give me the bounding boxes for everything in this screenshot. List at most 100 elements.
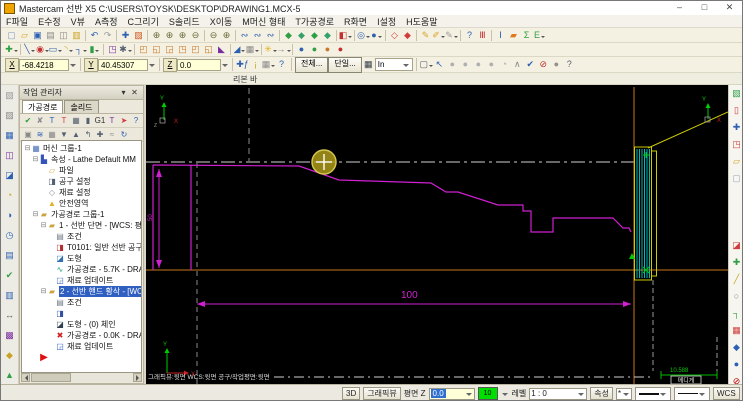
tree-row[interactable]: ◲ 재료 업데이트	[22, 341, 141, 352]
tree-row[interactable]: ◇ 재료 설정	[22, 187, 141, 198]
select-none-icon[interactable]: ✘	[34, 115, 46, 127]
repaint-icon[interactable]: ▨	[132, 29, 145, 41]
mru-machine-icon[interactable]: ▦	[2, 125, 18, 145]
fillet-create-icon[interactable]: ◝	[62, 44, 75, 56]
quickmask-arc-icon[interactable]: ◔	[498, 59, 511, 71]
menu-item[interactable]: V뷰	[66, 15, 90, 28]
rectangle-create-icon[interactable]: ▭	[49, 44, 63, 56]
quickmask-1-icon[interactable]: ●	[472, 59, 485, 71]
autocursor-icon[interactable]: ¡	[249, 59, 262, 71]
grid-snap-icon[interactable]: ▦	[246, 44, 260, 56]
primitives-create-icon[interactable]: ▮	[88, 44, 101, 56]
view-3d-button[interactable]: 3D	[342, 387, 361, 400]
tree-row[interactable]: ⊟ ▰ 가공경로 그룹-1	[22, 209, 141, 220]
pencil-line-icon[interactable]: ╱	[729, 271, 742, 288]
drop-icon[interactable]: ◆	[729, 339, 742, 356]
toolbar-icon[interactable]	[279, 29, 280, 41]
blank-page-icon[interactable]: ▢	[729, 170, 742, 187]
y-coordinate-label[interactable]: Y	[84, 57, 98, 72]
x-coordinate-label[interactable]: X	[5, 57, 19, 72]
tree-expander-icon[interactable]: ⊟	[40, 220, 47, 231]
tree-row[interactable]: ⊟ ▰ 1 - 선반 단면 - [WCS: 평면] - [	[22, 220, 141, 231]
print-icon[interactable]: ▤	[44, 29, 57, 41]
tree-row[interactable]: ✖ 가공경로 - 0.0K - DRAWIN	[22, 330, 141, 341]
analyze-position-icon[interactable]: Ⅲ	[476, 29, 489, 41]
open-export-icon[interactable]: ▱	[729, 153, 742, 170]
z-depth-caret-icon[interactable]	[465, 392, 472, 399]
select-pointer-icon[interactable]: ↖	[433, 59, 446, 71]
x-dropdown-caret-icon[interactable]	[70, 63, 76, 70]
select-method-icon[interactable]: ▢	[420, 59, 434, 71]
menu-item[interactable]: F파일	[1, 15, 33, 28]
attr-brush-icon[interactable]: ✐	[432, 29, 445, 41]
line-style-caret-icon[interactable]	[660, 392, 666, 399]
line-create-icon[interactable]: ╲	[23, 44, 36, 56]
zoom-dynamic-icon[interactable]: ⊕	[220, 29, 233, 41]
zdepth-arrow-icon[interactable]: →	[277, 44, 291, 56]
mru-surface-icon[interactable]: ▧	[2, 85, 18, 105]
globe-icon[interactable]: ●	[729, 356, 742, 373]
menu-item[interactable]: A측정	[90, 15, 123, 28]
mru-tool-icon[interactable]: ◔	[2, 185, 18, 205]
toolbar-icon[interactable]	[416, 29, 417, 41]
dropdown-caret-icon[interactable]	[377, 35, 382, 40]
geometry-only-icon[interactable]: ≈	[106, 129, 118, 141]
toolbar-icon[interactable]	[292, 44, 293, 55]
cursor-position-icon[interactable]: ✚	[119, 29, 132, 41]
ruler-icon[interactable]: ▯	[729, 102, 742, 119]
tree-row[interactable]: ▶	[22, 352, 141, 363]
dropdown-caret-icon[interactable]	[68, 50, 73, 54]
mru-window-icon[interactable]: ◪	[2, 165, 18, 185]
menu-item[interactable]: R화면	[339, 15, 372, 28]
menu-item[interactable]: I설정	[372, 15, 401, 28]
move-down-icon[interactable]: ▼	[58, 129, 70, 141]
backplot-globe-icon[interactable]: ●	[321, 44, 334, 56]
pan-arrows-icon[interactable]: ✚	[729, 119, 742, 136]
tree-horizontal-scrollbar[interactable]	[21, 373, 142, 382]
move-up-icon[interactable]: ▲	[70, 129, 82, 141]
toolbar-icon[interactable]	[230, 44, 231, 55]
right-view-icon[interactable]: ◆	[321, 29, 334, 41]
toolbar-icon[interactable]	[85, 29, 86, 41]
tree-row[interactable]: ⊟ ▰ 2 - 선반 핸드 황삭 - [WCS: 평	[22, 286, 141, 297]
iso-view-icon[interactable]: ◆	[282, 29, 295, 41]
xform-array-icon[interactable]: ◱	[202, 44, 215, 56]
tab-toolpaths[interactable]: 가공경로	[22, 100, 64, 113]
analyze-entity-icon[interactable]: ?	[463, 29, 476, 41]
add-icon[interactable]: ✚	[729, 254, 742, 271]
machine-sim-2-icon[interactable]: ●	[308, 44, 321, 56]
scrollbar-thumb[interactable]	[31, 373, 71, 382]
toolbar-icon[interactable]	[354, 29, 355, 41]
mru-grid-icon[interactable]: ▩	[2, 325, 18, 345]
backplot-icon[interactable]: ▦	[70, 115, 82, 127]
record-icon[interactable]: ◳	[729, 136, 742, 153]
tree-row[interactable]: ◪ 도형	[22, 253, 141, 264]
refresh-icon[interactable]: ↻	[118, 129, 130, 141]
general-selection-single-button[interactable]: 단일...	[328, 56, 362, 73]
analyze-distance-icon[interactable]: Ⅰ	[494, 29, 507, 41]
graphics-area[interactable]: 50 100 10.588 메디게 Y X Z Y X Y X 그래픽뷰:윗면 …	[146, 85, 729, 385]
tab-solids[interactable]: 솔리드	[64, 100, 99, 113]
xform-scale-icon[interactable]: ◰	[189, 44, 202, 56]
analyze-area-icon[interactable]: ▰	[507, 29, 520, 41]
menu-item[interactable]: M머신 형태	[237, 15, 290, 28]
dropdown-caret-icon[interactable]	[95, 50, 100, 54]
color-swatch[interactable]: 10	[477, 387, 498, 400]
verify-icon[interactable]: ▮	[82, 115, 94, 127]
print-preview-icon[interactable]: ◫	[57, 29, 70, 41]
attr-pencil-icon[interactable]: ✎	[419, 29, 432, 41]
plane-z-label[interactable]: 평면 Z	[404, 388, 426, 399]
y-coordinate-input[interactable]: 40.45307	[98, 58, 148, 71]
tree-expander-icon[interactable]: ⊟	[40, 286, 47, 297]
toolbar-icon[interactable]	[116, 29, 117, 41]
screen-grab-icon[interactable]: ▧	[729, 85, 742, 102]
blank-toolpath-icon[interactable]: ▦	[46, 129, 58, 141]
menu-item[interactable]: H도움말	[401, 15, 442, 28]
analyze-test-icon[interactable]: Ε	[533, 29, 546, 41]
front-view-icon[interactable]: ◆	[308, 29, 321, 41]
level-field[interactable]: 1 : 0	[529, 387, 588, 400]
menu-item[interactable]: T가공경로	[290, 15, 339, 28]
mru-solid-icon[interactable]: ▨	[2, 105, 18, 125]
dropdown-caret-icon[interactable]	[286, 50, 291, 54]
unzoom-80-icon[interactable]: ⊖	[207, 29, 220, 41]
